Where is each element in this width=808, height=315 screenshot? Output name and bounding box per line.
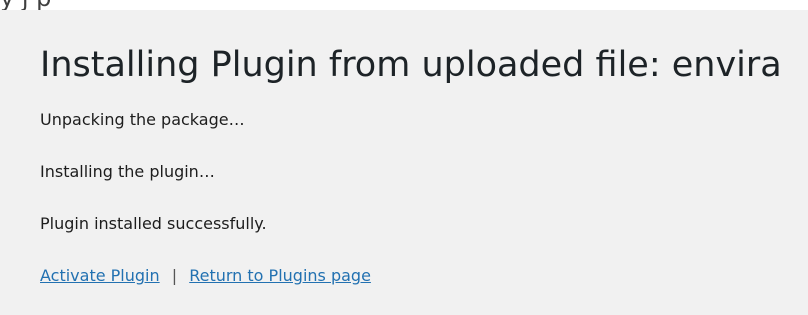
cropped-top-text-strip: y j p (0, 0, 808, 10)
plugin-install-panel: Installing Plugin from uploaded file: en… (40, 42, 808, 286)
activate-plugin-link[interactable]: Activate Plugin (40, 266, 160, 285)
post-install-actions: Activate Plugin | Return to Plugins page (40, 266, 808, 286)
status-message-installing: Installing the plugin… (40, 162, 215, 181)
return-to-plugins-link[interactable]: Return to Plugins page (189, 266, 371, 285)
status-message-success: Plugin installed successfully. (40, 214, 267, 233)
cropped-top-text: y j p (0, 0, 51, 10)
page-title: Installing Plugin from uploaded file: en… (40, 45, 782, 85)
action-separator: | (171, 266, 178, 285)
status-message-unpacking: Unpacking the package… (40, 110, 245, 129)
